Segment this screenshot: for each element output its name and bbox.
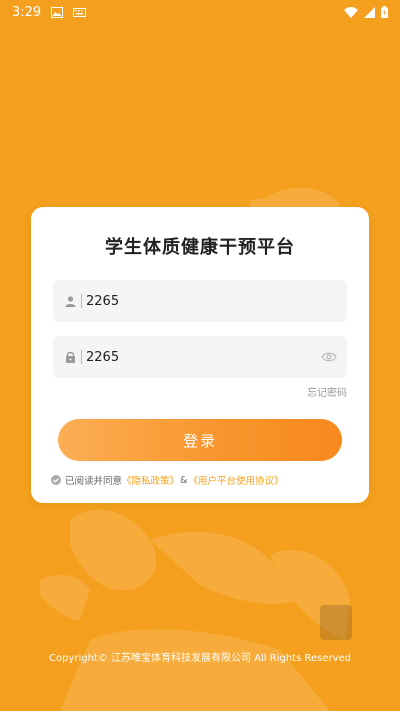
checkbox-checked-icon[interactable] [51, 475, 61, 485]
page-title: 学生体质健康干预平台 [105, 237, 295, 258]
login-button[interactable]: 登录 [58, 419, 342, 461]
forgot-password-link[interactable]: 忘记密码 [307, 384, 347, 399]
agreement-row: 已阅读并同意 《隐私政策》 & 《用户平台使用协议》 [51, 473, 283, 487]
privacy-policy-link[interactable]: 《隐私政策》 [122, 473, 179, 487]
status-bar: 3:29 [0, 0, 400, 24]
eye-icon[interactable] [321, 352, 337, 362]
battery-icon [381, 6, 388, 18]
username-field[interactable]: 2265 [53, 280, 347, 322]
password-input[interactable]: 2265 [86, 350, 321, 365]
username-input[interactable]: 2265 [86, 294, 337, 309]
copyright-text: Copyright© 江苏唯宝体育科技发展有限公司 All Rights Res… [48, 653, 352, 664]
user-icon [63, 295, 77, 307]
keyboard-notification-icon [73, 7, 87, 17]
lock-icon [63, 351, 77, 363]
wifi-icon [344, 6, 358, 18]
field-divider [81, 294, 82, 308]
ampersand-text: & [180, 474, 188, 486]
image-notification-icon [51, 6, 64, 18]
status-time: 3:29 [12, 4, 42, 20]
password-field[interactable]: 2265 [53, 336, 347, 378]
login-card: 学生体质健康干预平台 2265 2265 忘记密码 登录 已阅读并同意 《隐私政… [31, 207, 369, 503]
terms-of-use-link[interactable]: 《用户平台使用协议》 [188, 473, 283, 487]
field-divider [81, 350, 82, 364]
signal-icon [364, 6, 375, 18]
agreement-text: 已阅读并同意 [65, 476, 123, 487]
